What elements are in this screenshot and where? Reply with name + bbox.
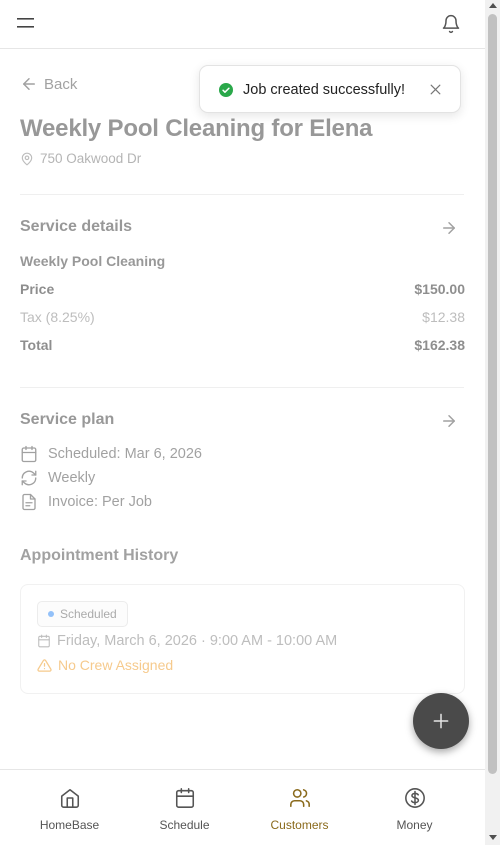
appointment-time: Friday, March 6, 2026 · 9:00 AM - 10:00 … [37,633,337,649]
scroll-up-icon[interactable] [489,3,497,8]
nav-item-schedule[interactable]: Schedule [127,770,242,845]
plan-frequency-text: Weekly [48,470,96,486]
nav-label-money: Money [396,818,433,832]
address-text: 750 Oakwood Dr [40,151,142,166]
plan-scheduled-text: Scheduled: Mar 6, 2026 [48,446,202,462]
service-name: Weekly Pool Cleaning [20,253,166,269]
document-icon [22,493,36,511]
hamburger-icon[interactable] [17,16,35,30]
success-toast: Job created successfully! [199,65,461,113]
arrow-right-icon[interactable] [440,219,458,237]
add-fab-button[interactable] [413,693,469,749]
bell-icon[interactable] [441,14,461,34]
arrow-right-icon[interactable] [440,412,458,430]
price-label: Price [20,281,55,297]
divider [20,194,464,195]
plan-scheduled: Scheduled: Mar 6, 2026 [20,445,202,463]
page-title: Weekly Pool Cleaning for Elena [20,115,373,142]
crew-warning-text: No Crew Assigned [58,657,174,673]
plan-invoice: Invoice: Per Job [20,493,152,511]
nav-item-customers[interactable]: Customers [242,770,357,845]
status-label: Scheduled [60,607,117,621]
plan-frequency: Weekly [20,469,95,487]
refresh-icon [21,470,37,486]
back-label: Back [44,75,78,93]
arrow-left-icon [23,78,35,90]
dollar-icon [404,788,425,808]
nav-label-customers: Customers [270,818,329,832]
calendar-icon [21,445,37,463]
close-icon[interactable] [429,83,442,96]
price-value: $150.00 [414,281,465,297]
scrollbar-thumb[interactable] [488,14,497,774]
nav-label-homebase: HomeBase [39,818,100,832]
appointment-card[interactable]: Scheduled Friday, March 6, 2026 · 9:00 A… [20,584,465,694]
bottom-navigation: HomeBase Schedule Customers Money [0,769,485,845]
crew-warning: No Crew Assigned [37,657,173,673]
price-row: Price $150.00 [20,281,465,297]
appointment-history-heading: Appointment History [20,547,179,564]
service-plan-heading: Service plan [20,411,115,428]
users-icon [289,788,310,808]
divider [20,387,464,388]
nav-item-homebase[interactable]: HomeBase [12,770,127,845]
calendar-icon [38,634,50,648]
calendar-icon [175,788,194,808]
total-row: Total $162.38 [20,337,465,353]
job-detail-content: Back Weekly Pool Cleaning for Elena 750 … [0,49,485,769]
back-link[interactable]: Back [20,75,77,93]
service-details-heading: Service details [20,218,133,235]
tax-label: Tax (8.25%) [20,309,95,325]
plan-invoice-text: Invoice: Per Job [48,494,152,510]
appointment-time-text: Friday, March 6, 2026 · 9:00 AM - 10:00 … [57,633,338,649]
nav-label-schedule: Schedule [159,818,210,832]
check-circle-icon [219,83,233,97]
job-address: 750 Oakwood Dr [20,151,141,166]
tax-row: Tax (8.25%) $12.38 [20,309,465,325]
map-pin-icon [21,152,33,165]
tax-value: $12.38 [422,309,465,325]
top-bar [0,0,485,49]
home-icon [60,788,79,808]
page-scrollbar[interactable] [485,0,500,845]
toast-message: Job created successfully! [243,82,405,98]
status-dot [48,611,54,617]
plus-icon [433,713,449,729]
nav-item-money[interactable]: Money [357,770,472,845]
scroll-down-icon[interactable] [489,835,497,840]
status-badge: Scheduled [37,601,128,627]
warning-icon [37,658,52,672]
total-value: $162.38 [414,337,465,353]
total-label: Total [20,337,53,353]
